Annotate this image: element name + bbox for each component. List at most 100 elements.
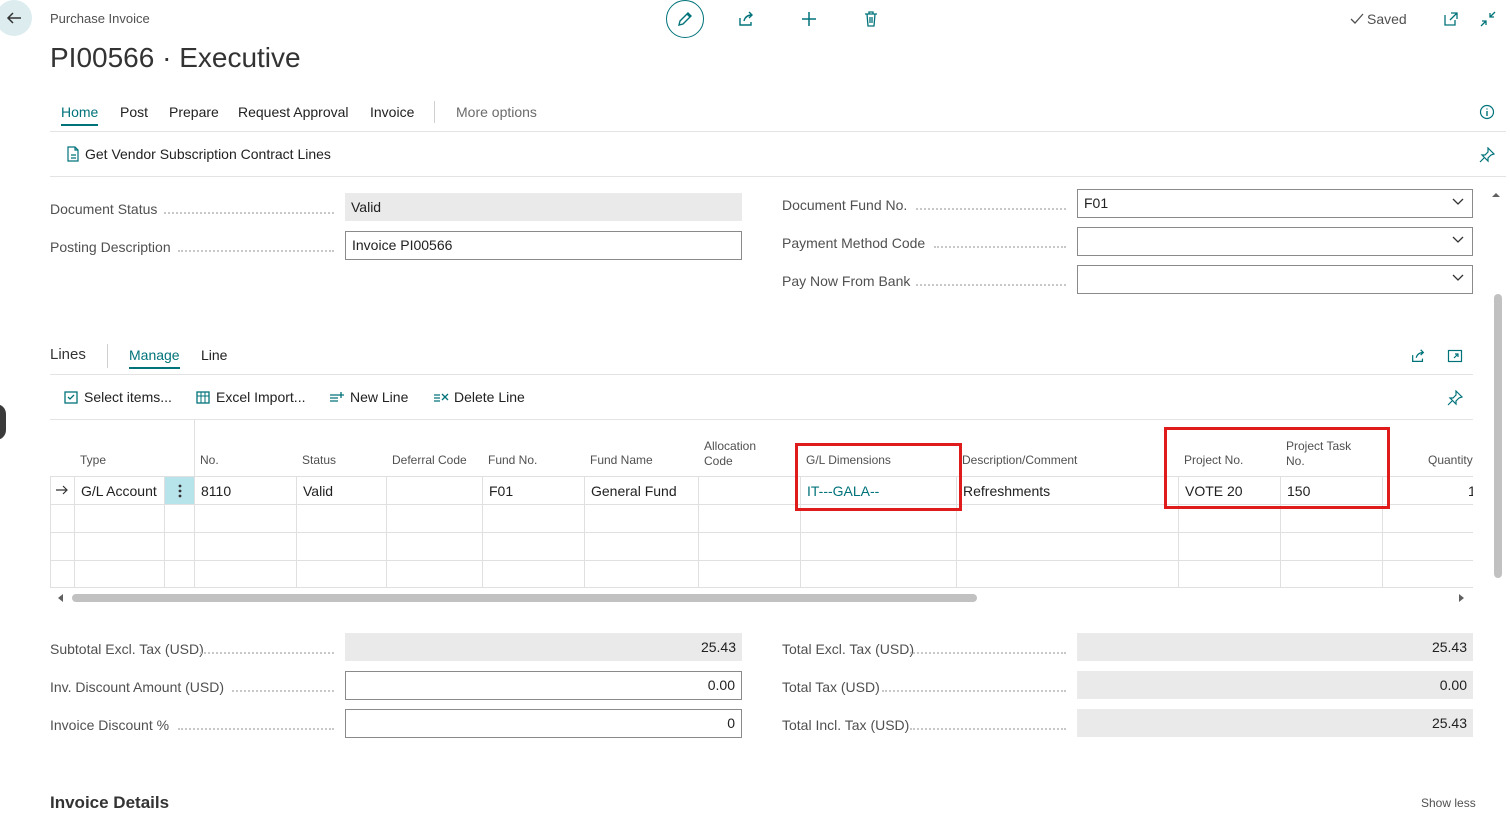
document-fund-select[interactable]: F01	[1077, 189, 1473, 218]
lines-tab-manage[interactable]: Manage	[129, 347, 180, 369]
open-new-window-button[interactable]	[1440, 8, 1462, 30]
document-status-label: Document Status	[50, 201, 158, 217]
select-items-button[interactable]: Select items...	[64, 389, 172, 405]
page-scrollbar-thumb[interactable]	[1494, 294, 1502, 578]
col-header-no[interactable]: No.	[200, 453, 219, 468]
tab-request-approval[interactable]: Request Approval	[238, 104, 349, 120]
chevron-down-icon	[1452, 236, 1464, 244]
grid-line	[74, 476, 75, 588]
tab-invoice[interactable]: Invoice	[370, 104, 414, 120]
new-line-button[interactable]: New Line	[329, 389, 408, 405]
col-header-type[interactable]: Type	[80, 453, 106, 468]
total-excl-label: Total Excl. Tax (USD)	[782, 641, 914, 657]
delete-line-button[interactable]: Delete Line	[433, 389, 525, 405]
invoice-discount-pct-label: Invoice Discount %	[50, 717, 170, 733]
lines-share-button[interactable]	[1408, 346, 1428, 366]
tab-divider	[434, 101, 435, 123]
grid-line	[50, 476, 51, 588]
trash-icon	[862, 10, 880, 28]
subtotal-label: Subtotal Excl. Tax (USD)	[50, 641, 204, 657]
lines-pin-button[interactable]	[1446, 389, 1464, 407]
pin-button[interactable]	[1478, 146, 1496, 164]
info-icon	[1479, 104, 1495, 120]
new-button[interactable]	[798, 8, 820, 30]
get-contract-lines-label: Get Vendor Subscription Contract Lines	[85, 146, 331, 162]
lines-tab-line[interactable]: Line	[201, 347, 227, 363]
excel-import-label: Excel Import...	[216, 389, 306, 405]
col-header-fund-no[interactable]: Fund No.	[488, 453, 537, 468]
dots-leader	[882, 690, 1066, 692]
cell-fund-name[interactable]: General Fund	[591, 483, 677, 499]
new-line-label: New Line	[350, 389, 409, 405]
share-icon	[1410, 348, 1426, 364]
edit-button[interactable]	[666, 0, 704, 38]
tab-home[interactable]: Home	[61, 104, 99, 126]
dots-leader	[232, 690, 334, 692]
payment-method-select[interactable]	[1077, 227, 1473, 256]
col-header-allocation-line1: Allocation	[704, 439, 757, 453]
cell-fund-no[interactable]: F01	[489, 483, 513, 499]
grid-line	[50, 587, 1473, 588]
dots-leader	[178, 250, 334, 252]
dots-leader	[934, 246, 1066, 248]
inv-discount-label: Inv. Discount Amount (USD)	[50, 679, 225, 695]
tab-prepare[interactable]: Prepare	[169, 104, 219, 120]
select-items-icon	[64, 390, 79, 405]
collapse-button[interactable]	[1477, 8, 1499, 30]
invoice-discount-pct-field[interactable]: 0	[345, 709, 742, 738]
col-header-deferral[interactable]: Deferral Code	[392, 453, 467, 468]
cell-status[interactable]: Valid	[303, 483, 333, 499]
cell-type[interactable]: G/L Account	[81, 483, 157, 499]
highlight-box-project	[1164, 427, 1390, 509]
grid-line	[386, 476, 387, 588]
col-header-fund-name[interactable]: Fund Name	[590, 453, 653, 468]
cell-description[interactable]: Refreshments	[963, 483, 1050, 499]
total-tax-field: 0.00	[1077, 671, 1473, 699]
col-header-allocation[interactable]: Allocation Code	[704, 439, 756, 469]
saved-status: Saved	[1350, 11, 1407, 27]
total-incl-label: Total Incl. Tax (USD)	[782, 717, 910, 733]
chevron-down-icon	[1452, 198, 1464, 206]
get-contract-lines-button[interactable]: Get Vendor Subscription Contract Lines	[66, 146, 331, 162]
excel-import-icon	[196, 390, 211, 405]
grid-scrollbar-thumb[interactable]	[72, 594, 977, 602]
total-excl-field: 25.43	[1077, 633, 1473, 661]
posting-description-field[interactable]: Invoice PI00566	[345, 231, 742, 260]
divider	[50, 131, 1506, 132]
invoice-details-title: Invoice Details	[50, 793, 170, 812]
row-menu-button[interactable]	[165, 477, 194, 504]
back-button[interactable]	[0, 0, 32, 36]
col-header-allocation-line2: Code	[704, 454, 733, 468]
dots-leader	[910, 652, 1066, 654]
col-header-description[interactable]: Description/Comment	[962, 453, 1077, 468]
delete-button[interactable]	[860, 8, 882, 30]
dots-leader	[910, 728, 1066, 730]
grid-line	[50, 532, 1473, 533]
cell-no[interactable]: 8110	[201, 483, 231, 499]
dots-leader	[164, 212, 334, 214]
document-status-field: Valid	[345, 193, 742, 221]
cell-quantity[interactable]: 1	[1468, 483, 1473, 499]
info-button[interactable]	[1478, 103, 1496, 121]
excel-import-button[interactable]: Excel Import...	[196, 389, 305, 405]
side-handle[interactable]	[0, 404, 6, 440]
subtotal-field: 25.43	[345, 633, 742, 661]
scroll-up-arrow[interactable]	[1491, 190, 1501, 202]
col-header-quantity[interactable]: Quantity	[1428, 453, 1473, 468]
lines-expand-button[interactable]	[1445, 346, 1465, 366]
scroll-left-arrow[interactable]	[56, 593, 64, 603]
share-button[interactable]	[735, 8, 757, 30]
scroll-right-arrow[interactable]	[1458, 593, 1466, 603]
dots-leader	[916, 284, 1066, 286]
tab-post[interactable]: Post	[120, 104, 148, 120]
delete-line-icon	[433, 390, 449, 405]
show-less-link[interactable]: Show less	[1421, 796, 1476, 810]
inv-discount-field[interactable]: 0.00	[345, 671, 742, 700]
pay-now-select[interactable]	[1077, 265, 1473, 294]
grid-line	[50, 560, 1473, 561]
chevron-down-icon	[1452, 274, 1464, 282]
more-options-button[interactable]: More options	[456, 104, 537, 120]
col-header-status[interactable]: Status	[302, 453, 336, 468]
dots-leader	[178, 728, 334, 730]
payment-method-label: Payment Method Code	[782, 235, 926, 251]
